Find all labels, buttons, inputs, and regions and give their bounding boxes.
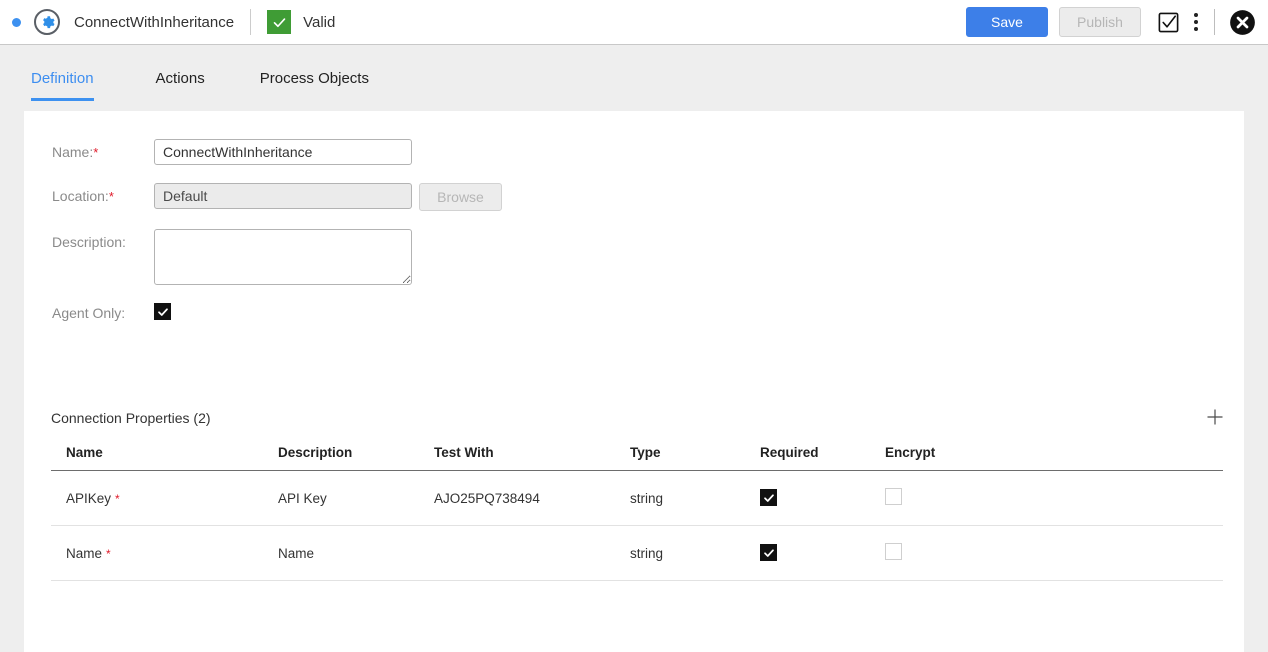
cell-type: string (630, 470, 760, 526)
location-required-marker: * (108, 189, 114, 204)
save-button[interactable]: Save (966, 7, 1048, 37)
encrypt-checkbox[interactable] (885, 543, 902, 560)
header-divider (250, 9, 252, 35)
toolbar-divider (1214, 9, 1215, 35)
description-field-label: Description: (52, 234, 126, 250)
name-required-marker: * (93, 145, 99, 160)
encrypt-checkbox[interactable] (885, 488, 902, 505)
connection-properties-table: Name Description Test With Type Required… (51, 445, 1223, 581)
column-header-test-with: Test With (434, 445, 630, 471)
name-label-text: Name: (52, 144, 94, 160)
tab-process-objects[interactable]: Process Objects (260, 70, 369, 98)
name-input[interactable] (154, 139, 412, 165)
cell-encrypt (885, 525, 1223, 581)
close-circle-icon[interactable] (1229, 9, 1256, 36)
validate-icon[interactable] (1157, 11, 1180, 34)
cell-required (760, 470, 885, 526)
required-checkbox[interactable] (760, 544, 777, 562)
status-dot (12, 17, 21, 27)
publish-button[interactable]: Publish (1059, 7, 1141, 37)
column-header-type: Type (630, 445, 760, 471)
tab-definition[interactable]: Definition (31, 70, 94, 101)
gear-icon (34, 9, 60, 35)
column-header-encrypt: Encrypt (885, 445, 1223, 471)
property-required-marker: * (115, 491, 120, 506)
cell-test-with (434, 525, 630, 581)
description-field-row: Description: (52, 229, 1244, 285)
location-label-text: Location: (52, 188, 109, 204)
dot-2 (1194, 20, 1198, 24)
header-toolbar: Save Publish (966, 7, 1268, 37)
cell-test-with: AJO25PQ738494 (434, 470, 630, 526)
more-vertical-icon[interactable] (1188, 13, 1204, 31)
cell-encrypt (885, 470, 1223, 526)
column-header-name: Name (51, 445, 278, 471)
name-field-label: Name:* (52, 139, 154, 160)
agent-only-label: Agent Only: (52, 305, 126, 321)
table-row[interactable]: APIKey * API Key AJO25PQ738494 string (51, 470, 1223, 526)
cell-type: string (630, 525, 760, 581)
plus-icon[interactable] (1203, 405, 1227, 432)
dot-3 (1194, 27, 1198, 31)
property-required-marker: * (106, 546, 111, 561)
location-field-label: Location:* (52, 183, 154, 204)
cell-required (760, 525, 885, 581)
cell-name: APIKey * (51, 470, 278, 526)
dot-1 (1194, 13, 1198, 17)
table-header-row: Name Description Test With Type Required… (51, 445, 1223, 471)
connection-properties-title: Connection Properties (2) (51, 410, 211, 426)
tab-actions[interactable]: Actions (156, 70, 205, 98)
cell-description: Name (278, 525, 434, 581)
validity-status-label: Valid (303, 13, 336, 31)
agent-only-row: Agent Only: (52, 303, 1244, 321)
connection-properties-header: Connection Properties (2) (51, 403, 1223, 433)
definition-panel: Name:* Location:* Browse Description: Ag… (24, 111, 1244, 652)
browse-button[interactable]: Browse (419, 183, 502, 211)
table-row[interactable]: Name * Name string (51, 525, 1223, 581)
agent-only-checkbox[interactable] (154, 303, 171, 320)
column-header-required: Required (760, 445, 885, 471)
column-header-description: Description (278, 445, 434, 471)
tab-bar: Definition Actions Process Objects (0, 46, 1268, 108)
property-name-text: APIKey (66, 490, 112, 506)
cell-name: Name * (51, 525, 278, 581)
definition-form: Name:* Location:* Browse Description: Ag… (24, 111, 1244, 321)
location-field-row: Location:* Browse (52, 183, 1244, 211)
required-checkbox[interactable] (760, 489, 777, 507)
description-textarea[interactable] (154, 229, 412, 285)
app-header: ConnectWithInheritance Valid Save Publis… (0, 0, 1268, 45)
cell-description: API Key (278, 470, 434, 526)
page-title: ConnectWithInheritance (74, 13, 235, 31)
connection-properties-section: Connection Properties (2) Name Descripti… (51, 403, 1223, 581)
name-field-row: Name:* (52, 139, 1244, 165)
property-name-text: Name (66, 545, 103, 561)
location-input[interactable] (154, 183, 412, 209)
validity-status-badge (267, 10, 292, 34)
